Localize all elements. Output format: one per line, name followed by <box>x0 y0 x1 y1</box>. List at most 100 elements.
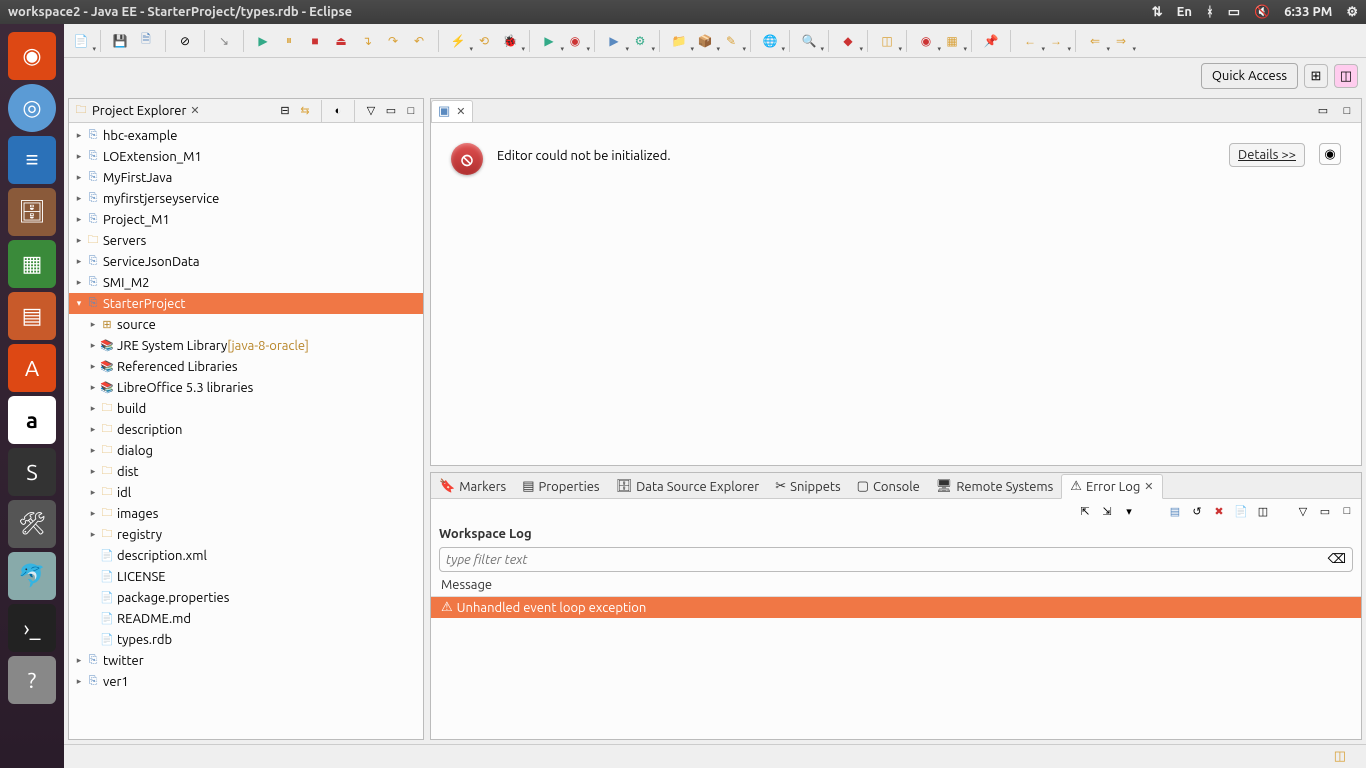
task-button[interactable]: ◆ <box>837 30 859 52</box>
open-perspective-button[interactable]: ⊞ <box>1304 64 1328 88</box>
clear-filter-icon[interactable]: ⌫ <box>1328 552 1346 567</box>
tree-node[interactable]: 📄LICENSE <box>69 566 423 587</box>
mysql-icon[interactable]: 🐬 <box>8 552 56 600</box>
server-button[interactable]: ⚡ <box>447 30 469 52</box>
build-button[interactable]: ↘ <box>213 30 235 52</box>
tree-node[interactable]: ▸⎘MyFirstJava <box>69 167 423 188</box>
terminate-button[interactable]: ■ <box>304 30 326 52</box>
network-icon[interactable]: ⇅ <box>1152 5 1163 20</box>
tree-node[interactable]: ▸⎘ver1 <box>69 671 423 692</box>
tree-node[interactable]: ▸⎘twitter <box>69 650 423 671</box>
tab-snippets[interactable]: ✂Snippets <box>767 475 848 498</box>
tree-node[interactable]: ▸📚LibreOffice 5.3 libraries <box>69 377 423 398</box>
external-tools-button[interactable]: ⚙ <box>629 30 651 52</box>
tab-data-source-explorer[interactable]: 🗄Data Source Explorer <box>608 475 768 498</box>
collapse-all-icon[interactable]: ⊟ <box>277 103 293 119</box>
filter-input[interactable] <box>446 553 1328 567</box>
activate-icon[interactable]: ◫ <box>1255 503 1271 519</box>
maximize-editor-icon[interactable]: □ <box>1339 103 1355 119</box>
tree-node[interactable]: ▸🗀dialog <box>69 440 423 461</box>
close-tab-icon[interactable]: ✕ <box>456 105 465 118</box>
volume-icon[interactable]: 🔇 <box>1254 5 1270 20</box>
tree-node[interactable]: ▾⎘StarterProject <box>69 293 423 314</box>
tree-node[interactable]: 📄description.xml <box>69 545 423 566</box>
javaee-perspective-button[interactable]: ◫ <box>1334 64 1358 88</box>
status-icon[interactable]: ◫ <box>1334 749 1346 764</box>
tree-node[interactable]: ▸⎘Project_M1 <box>69 209 423 230</box>
terminal-icon[interactable]: ›_ <box>8 604 56 652</box>
link-editor-icon[interactable]: ⇆ <box>297 103 313 119</box>
error-action-button[interactable]: ◉ <box>1319 143 1341 165</box>
tree-node[interactable]: ▸📚Referenced Libraries <box>69 356 423 377</box>
close-view-icon[interactable]: ✕ <box>190 104 199 117</box>
tree-node[interactable]: ▸🗀description <box>69 419 423 440</box>
coverage-button[interactable]: ◉ <box>564 30 586 52</box>
software-center-icon[interactable]: A <box>8 344 56 392</box>
tree-node[interactable]: ▸🗀dist <box>69 461 423 482</box>
tree-node[interactable]: 📄README.md <box>69 608 423 629</box>
debug-button[interactable]: 🐞 <box>499 30 521 52</box>
filter-field[interactable]: ⌫ <box>439 547 1353 572</box>
help-icon[interactable]: ? <box>8 656 56 704</box>
new-button[interactable]: 📄 <box>70 30 92 52</box>
delete-log-icon[interactable]: ✖ <box>1211 503 1227 519</box>
minimize-editor-icon[interactable]: ▭ <box>1315 103 1331 119</box>
maximize-icon[interactable]: □ <box>403 103 419 119</box>
back-button[interactable]: ← <box>1019 30 1041 52</box>
new-wizard-button[interactable]: ✎ <box>720 30 742 52</box>
filter-menu-icon[interactable]: ▾ <box>1121 503 1137 519</box>
details-button[interactable]: Details >> <box>1229 143 1305 167</box>
tree-node[interactable]: ▸🗀build <box>69 398 423 419</box>
battery-icon[interactable]: ▭ <box>1228 5 1240 20</box>
tab-remote-systems[interactable]: 🖥Remote Systems <box>928 475 1062 498</box>
sublime-icon[interactable]: S <box>8 448 56 496</box>
tree-node[interactable]: ▸🗀idl <box>69 482 423 503</box>
error-log-entry[interactable]: ⚠ Unhandled event loop exception <box>431 597 1361 618</box>
tree-node[interactable]: ▸🗀Servers <box>69 230 423 251</box>
forward-button[interactable]: → <box>1045 30 1067 52</box>
tree-node[interactable]: ▸⎘SMI_M2 <box>69 272 423 293</box>
new-package-button[interactable]: 📦 <box>694 30 716 52</box>
dash-icon[interactable]: ◉ <box>8 32 56 80</box>
bluetooth-icon[interactable]: ᚼ <box>1206 5 1214 19</box>
tab-error-log[interactable]: ⚠Error Log ✕ <box>1061 474 1162 499</box>
close-tab-icon[interactable]: ✕ <box>1144 480 1153 493</box>
focus-task-icon[interactable]: ◐ <box>330 103 346 119</box>
run-last-button[interactable]: ▶ <box>603 30 625 52</box>
amazon-icon[interactable]: a <box>8 396 56 444</box>
import-log-icon[interactable]: ⇲ <box>1099 503 1115 519</box>
settings-icon[interactable]: 🛠 <box>8 500 56 548</box>
quick-access-button[interactable]: Quick Access <box>1201 63 1298 89</box>
step-over-button[interactable]: ↷ <box>382 30 404 52</box>
new-project-button[interactable]: 📁 <box>668 30 690 52</box>
files-icon[interactable]: 🗄 <box>8 188 56 236</box>
restore-log-icon[interactable]: ↺ <box>1189 503 1205 519</box>
restart-server-button[interactable]: ⟲ <box>473 30 495 52</box>
calc-icon[interactable]: ▦ <box>8 240 56 288</box>
editor-tab-types-rdb[interactable]: ▣ ✕ <box>431 100 473 122</box>
writer-icon[interactable]: ≡ <box>8 136 56 184</box>
skip-breakpoints-button[interactable]: ⊘ <box>174 30 196 52</box>
tab-markers[interactable]: 🔖Markers <box>431 475 514 498</box>
tree-node[interactable]: ▸⊞source <box>69 314 423 335</box>
step-return-button[interactable]: ↶ <box>408 30 430 52</box>
tree-node[interactable]: ▸📚JRE System Library [java-8-oracle] <box>69 335 423 356</box>
view-button[interactable]: ▦ <box>941 30 963 52</box>
view-menu-icon[interactable]: ▽ <box>363 103 379 119</box>
gear-icon[interactable]: ⚙ <box>1346 5 1358 20</box>
nav-back-button[interactable]: ⇐ <box>1084 30 1106 52</box>
tree-node[interactable]: ▸⎘ServiceJsonData <box>69 251 423 272</box>
project-tree[interactable]: ▸⎘hbc-example▸⎘LOExtension_M1▸⎘MyFirstJa… <box>69 123 423 739</box>
tab-properties[interactable]: ▤Properties <box>514 475 607 498</box>
disconnect-button[interactable]: ⏏ <box>330 30 352 52</box>
annotation-button[interactable]: ◫ <box>876 30 898 52</box>
language-indicator[interactable]: En <box>1177 5 1192 19</box>
impress-icon[interactable]: ▤ <box>8 292 56 340</box>
perspective-button[interactable]: ◉ <box>915 30 937 52</box>
open-log-icon[interactable]: ▤ <box>1167 503 1183 519</box>
view-menu-bottom-icon[interactable]: ▽ <box>1295 503 1311 519</box>
tree-node[interactable]: ▸⎘myfirstjerseyservice <box>69 188 423 209</box>
tree-node[interactable]: 📄types.rdb <box>69 629 423 650</box>
read-log-icon[interactable]: 📄 <box>1233 503 1249 519</box>
minimize-icon[interactable]: ▭ <box>383 103 399 119</box>
